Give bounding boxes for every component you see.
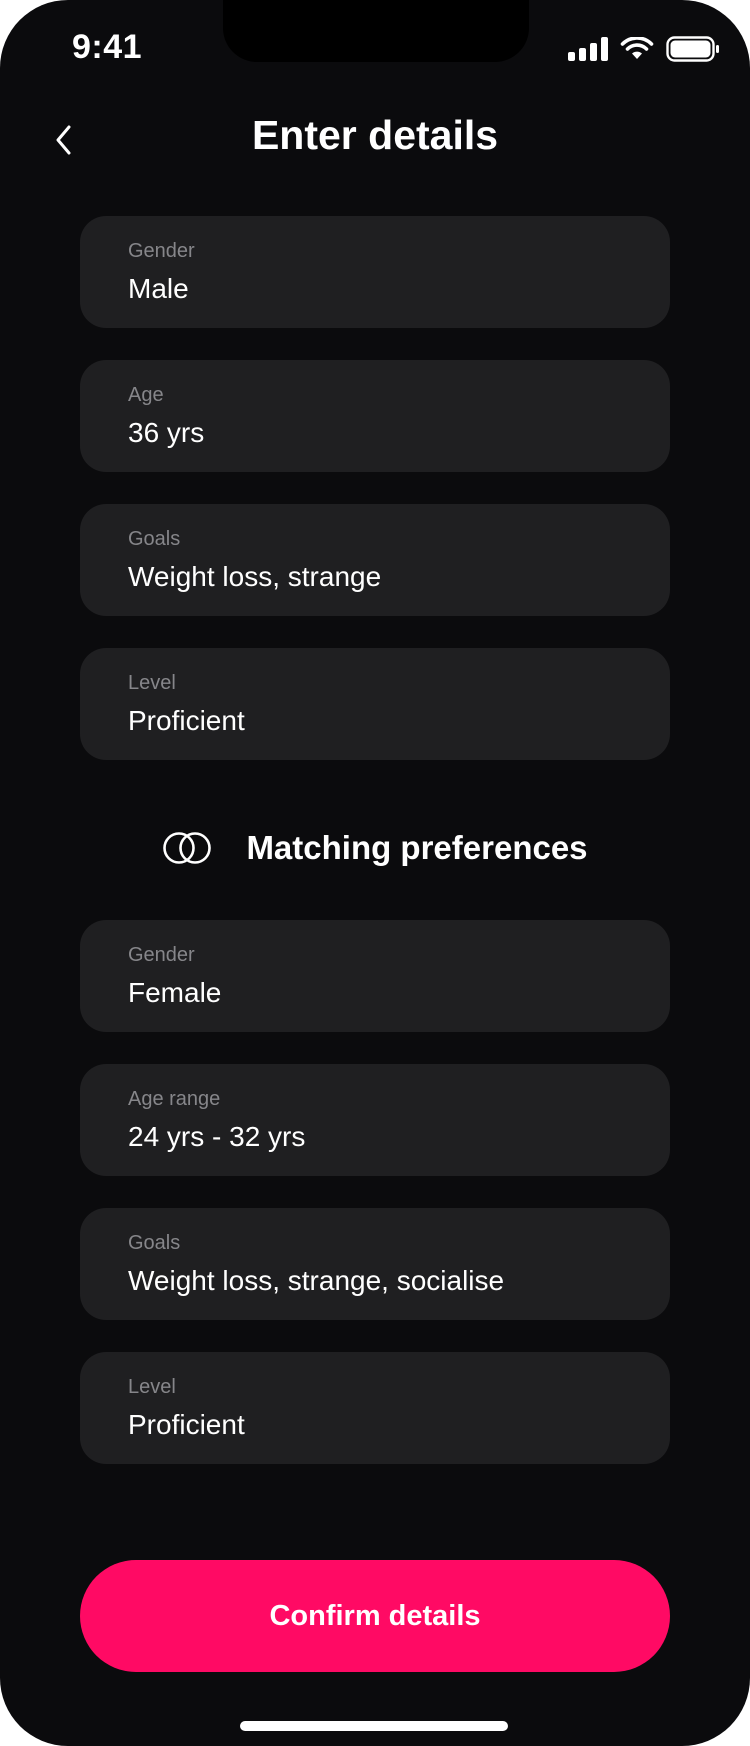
preferred-goals-field[interactable]: Goals Weight loss, strange, socialise [80, 1208, 670, 1320]
field-value: 36 yrs [128, 417, 205, 448]
field-label: Goals [128, 528, 181, 550]
status-time: 9:41 [72, 28, 143, 66]
field-value: Weight loss, strange, socialise [128, 1265, 505, 1296]
preferred-level-field[interactable]: Level Proficient [80, 1352, 670, 1464]
page-title: Enter details [251, 112, 499, 158]
field-value: Male [128, 273, 189, 304]
home-indicator [240, 1721, 508, 1731]
age-field[interactable]: Age 36 yrs [80, 360, 670, 472]
field-value: Weight loss, strange [128, 561, 382, 592]
phone-screen: 9:41 Enter details Gender Male Age 36 yr… [0, 0, 750, 1746]
age-range-field[interactable]: Age range 24 yrs - 32 yrs [80, 1064, 670, 1176]
level-field[interactable]: Level Proficient [80, 648, 670, 760]
section-title: Matching preferences [246, 829, 588, 866]
field-label: Gender [128, 944, 195, 966]
preferred-gender-field[interactable]: Gender Female [80, 920, 670, 1032]
field-value: 24 yrs - 32 yrs [128, 1121, 306, 1152]
goals-field[interactable]: Goals Weight loss, strange [80, 504, 670, 616]
status-icons [568, 36, 720, 62]
signal-icon [568, 37, 608, 61]
gender-field[interactable]: Gender Male [80, 216, 670, 328]
field-label: Age [128, 384, 164, 406]
wifi-icon [620, 37, 654, 59]
field-label: Gender [128, 240, 195, 262]
linked-rings-icon [163, 832, 212, 864]
field-value: Female [128, 977, 222, 1008]
confirm-details-button[interactable]: Confirm details [80, 1560, 670, 1672]
field-label: Age range [128, 1088, 221, 1110]
field-label: Goals [128, 1232, 181, 1254]
matching-preferences-heading: Matching preferences [0, 824, 750, 872]
field-value: Proficient [128, 1409, 245, 1440]
notch [223, 0, 529, 62]
field-value: Proficient [128, 705, 245, 736]
field-label: Level [128, 1376, 176, 1398]
field-label: Level [128, 672, 176, 694]
battery-icon [666, 36, 719, 62]
